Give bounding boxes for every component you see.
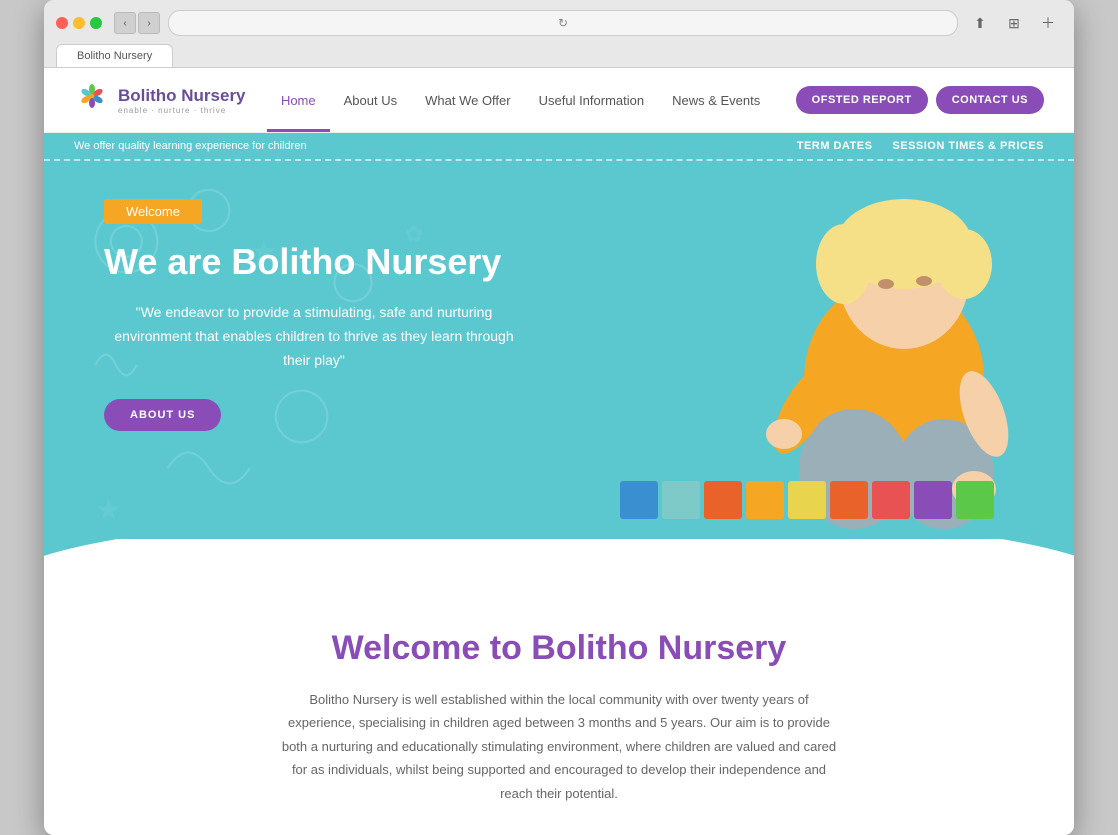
refresh-icon: ↻ (558, 16, 568, 30)
hero-quote: "We endeavor to provide a stimulating, s… (104, 301, 524, 372)
hero-section: ★ ♥ ★ ✿ Welcome We are Bolitho Nursery "… (44, 159, 1074, 539)
browser-nav-arrows: ‹ › (114, 12, 160, 34)
session-times-link[interactable]: SESSION TIMES & PRICES (892, 140, 1044, 152)
hero-content: Welcome We are Bolitho Nursery "We endea… (104, 199, 604, 431)
welcome-title: Welcome to Bolitho Nursery (164, 629, 954, 668)
about-us-button[interactable]: ABOUT US (104, 399, 221, 431)
browser-actions: ⬆ ⊞ ＋ (966, 12, 1062, 34)
welcome-badge: Welcome (104, 199, 202, 224)
logo-tagline: enable · nurture · thrive (118, 106, 246, 115)
logo-area: Bolitho Nursery enable · nurture · thriv… (74, 82, 246, 118)
nav-buttons: OFSTED REPORT CONTACT US (796, 86, 1044, 114)
logo-icon (74, 82, 110, 118)
wave-separator (44, 539, 1074, 589)
block-orange1 (704, 481, 742, 519)
new-tab-button[interactable]: ＋ (1034, 12, 1062, 34)
block-purple (914, 481, 952, 519)
block-green (956, 481, 994, 519)
term-dates-link[interactable]: TERM DATES (797, 140, 873, 152)
logo-name: Bolitho Nursery (118, 86, 246, 106)
website-content: Bolitho Nursery enable · nurture · thriv… (44, 68, 1074, 835)
main-nav: Home About Us What We Offer Useful Infor… (267, 85, 774, 116)
hero-title: We are Bolitho Nursery (104, 240, 604, 283)
info-bar-links: TERM DATES SESSION TIMES & PRICES (797, 140, 1044, 152)
nav-news-events[interactable]: News & Events (658, 85, 774, 116)
block-lime (788, 481, 826, 519)
nav-useful-info[interactable]: Useful Information (525, 85, 659, 116)
nav-what-we-offer[interactable]: What We Offer (411, 85, 525, 116)
colored-blocks-row (620, 481, 994, 519)
back-button[interactable]: ‹ (114, 12, 136, 34)
logo-text: Bolitho Nursery enable · nurture · thriv… (118, 86, 246, 115)
maximize-button[interactable] (90, 17, 102, 29)
welcome-body: Bolitho Nursery is well established with… (279, 688, 839, 805)
share-button[interactable]: ⬆ (966, 12, 994, 34)
block-teal (662, 481, 700, 519)
ofsted-report-button[interactable]: OFSTED REPORT (796, 86, 928, 114)
block-red (872, 481, 910, 519)
svg-text:★: ★ (96, 495, 122, 527)
block-orange2 (830, 481, 868, 519)
browser-chrome: ‹ › ↻ ⬆ ⊞ ＋ Bolitho Nursery (44, 0, 1074, 68)
info-bar-text: We offer quality learning experience for… (74, 140, 307, 152)
close-button[interactable] (56, 17, 68, 29)
browser-tab[interactable]: Bolitho Nursery (56, 44, 173, 67)
nav-about[interactable]: About Us (330, 85, 411, 116)
block-blue (620, 481, 658, 519)
tab-bar: Bolitho Nursery (56, 44, 1062, 67)
welcome-section: Welcome to Bolitho Nursery Bolitho Nurse… (44, 589, 1074, 835)
bookmark-button[interactable]: ⊞ (1000, 12, 1028, 34)
address-bar[interactable]: ↻ (168, 10, 958, 36)
minimize-button[interactable] (73, 17, 85, 29)
hero-dashed-line (44, 159, 1074, 161)
browser-window: ‹ › ↻ ⬆ ⊞ ＋ Bolitho Nursery (44, 0, 1074, 835)
contact-us-button[interactable]: CONTACT US (936, 86, 1044, 114)
block-yellow (746, 481, 784, 519)
info-bar: We offer quality learning experience for… (44, 133, 1074, 159)
nav-home[interactable]: Home (267, 85, 330, 116)
traffic-lights (56, 17, 102, 29)
site-header: Bolitho Nursery enable · nurture · thriv… (44, 68, 1074, 133)
forward-button[interactable]: › (138, 12, 160, 34)
